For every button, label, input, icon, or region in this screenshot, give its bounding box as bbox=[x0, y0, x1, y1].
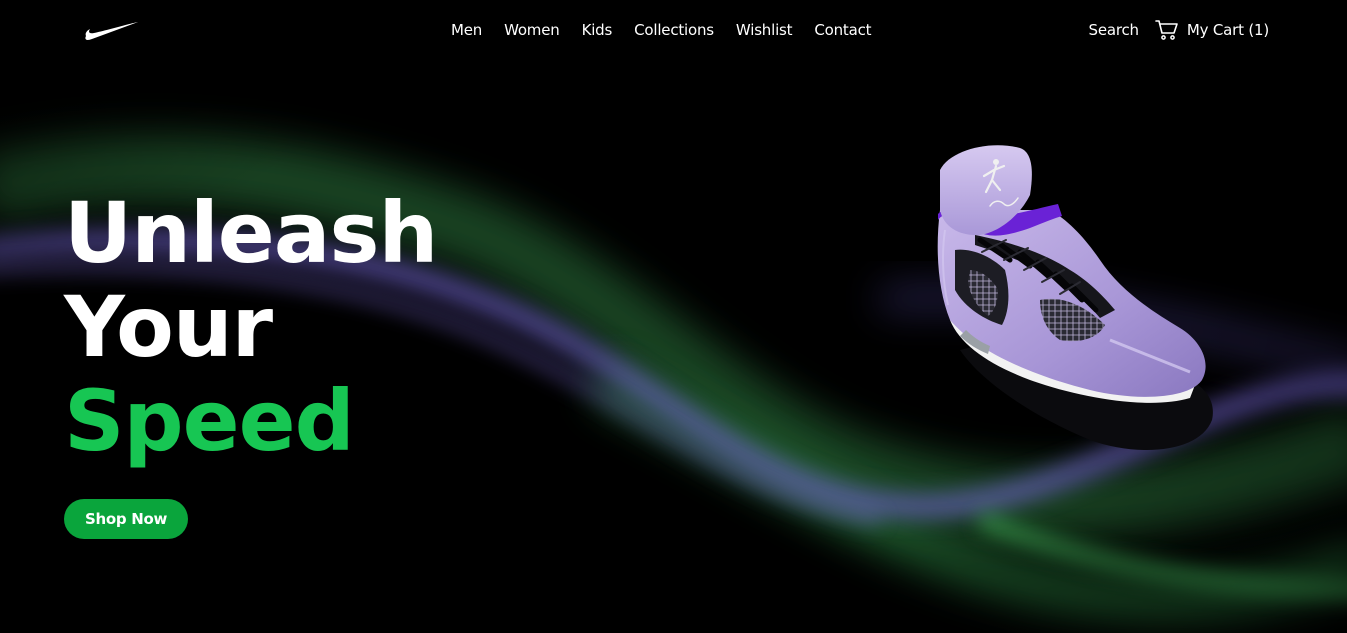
hero-line-3: Speed bbox=[64, 372, 355, 470]
nav-link-men[interactable]: Men bbox=[440, 19, 493, 41]
swoosh-logo-icon[interactable] bbox=[84, 19, 142, 43]
search-link[interactable]: Search bbox=[1089, 21, 1140, 39]
cart-icon bbox=[1155, 20, 1178, 40]
main-navigation: Men Women Kids Collections Wishlist Cont… bbox=[440, 19, 882, 41]
nav-link-women[interactable]: Women bbox=[493, 19, 570, 41]
site-header: Men Women Kids Collections Wishlist Cont… bbox=[0, 0, 1347, 62]
hero-line-2: Your bbox=[64, 278, 273, 376]
nav-link-wishlist[interactable]: Wishlist bbox=[725, 19, 803, 41]
cart-label: My Cart (1) bbox=[1186, 21, 1269, 39]
hero-line-1: Unleash bbox=[64, 184, 438, 282]
hero-headline: Unleash Your Speed bbox=[64, 184, 438, 470]
nav-link-contact[interactable]: Contact bbox=[803, 19, 882, 41]
cart-button[interactable]: My Cart (1) bbox=[1155, 19, 1269, 41]
nav-link-collections[interactable]: Collections bbox=[623, 19, 725, 41]
shop-now-button[interactable]: Shop Now bbox=[64, 499, 188, 539]
nav-link-kids[interactable]: Kids bbox=[571, 19, 624, 41]
header-actions: Search My Cart (1) bbox=[1089, 19, 1269, 41]
sneaker-image bbox=[937, 145, 1213, 451]
